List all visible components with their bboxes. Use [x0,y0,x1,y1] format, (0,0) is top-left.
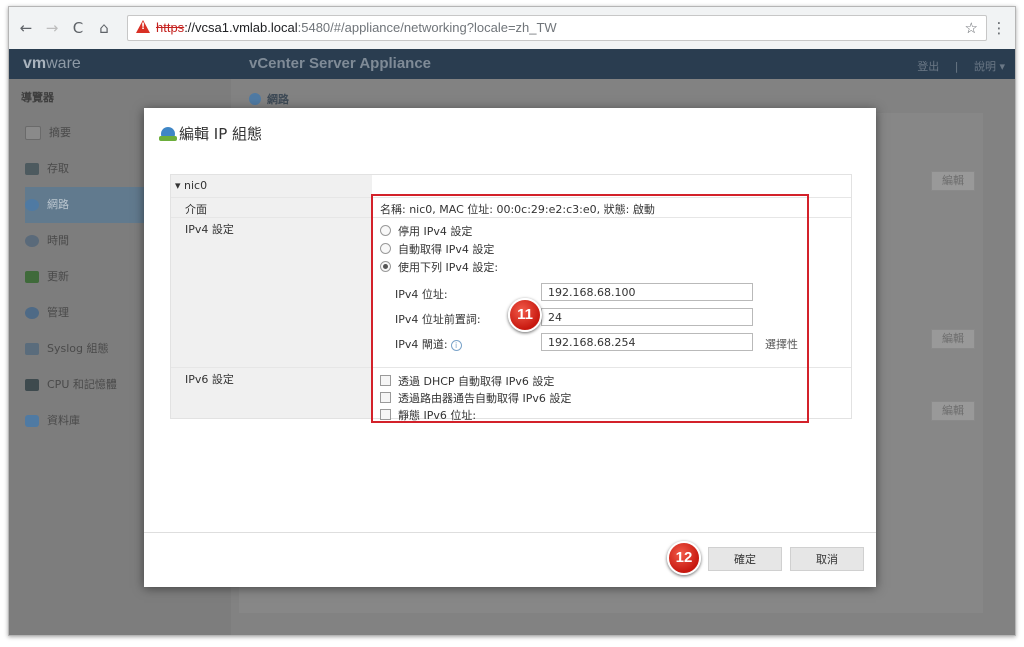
radio-disable-ipv4[interactable]: 停用 IPv4 設定 [380,223,472,239]
checkbox-router-ipv6[interactable]: 透過路由器通告自動取得 IPv6 設定 [380,390,571,406]
database-icon [25,415,39,427]
interface-label: 介面 [185,203,207,216]
logout-link[interactable]: 登出 [917,60,939,73]
network-adapter-icon [159,127,177,141]
header-links: 登出 | 說明 ▾ [905,58,1005,74]
home-icon[interactable]: ⌂ [93,17,115,39]
users-icon [25,307,39,319]
url-text: https://vcsa1.vmlab.local:5480/#/applian… [156,20,557,35]
edit-ip-dialog: 編輯 IP 組態 ▾ nic0 介面 名稱: nic0, MAC 位址: 00:… [144,108,876,587]
checkbox[interactable] [380,375,391,386]
ipv4-prefix-label: IPv4 位址前置詞: [395,313,481,326]
ok-button[interactable]: 確定 [708,547,782,571]
edit-button-background-1[interactable]: 編輯 [931,171,975,191]
row-divider [171,217,851,218]
reload-icon[interactable]: C [67,17,89,39]
ipv4-prefix-input[interactable]: 24 [541,308,753,326]
caret-down-icon: ▾ [175,179,181,192]
dialog-footer: 12 確定 取消 [144,532,876,587]
step-badge-11: 11 [508,298,542,332]
step-badge-12: 12 [667,541,701,575]
app-title: vCenter Server Appliance [249,55,432,72]
dialog-title: 編輯 IP 組態 [159,123,262,144]
download-arrow-icon [25,271,39,283]
radio-button[interactable] [380,243,391,254]
ipv4-address-label: IPv4 位址: [395,288,448,301]
navigator-title: 導覽器 [21,91,54,104]
browser-menu-icon[interactable]: ⋮ [991,17,1007,39]
radio-static-ipv4[interactable]: 使用下列 IPv4 設定: [380,259,498,275]
network-icon [25,199,39,211]
optional-hint: 選擇性 [765,338,798,351]
forward-icon[interactable]: → [41,17,63,39]
breadcrumb: 網路 [249,91,289,107]
help-menu[interactable]: 說明 ▾ [974,60,1005,73]
radio-auto-ipv4[interactable]: 自動取得 IPv4 設定 [380,241,494,257]
checkbox[interactable] [380,392,391,403]
back-icon[interactable]: ← [15,17,37,39]
info-icon[interactable]: i [450,340,462,351]
browser-toolbar: ← → C ⌂ https://vcsa1.vmlab.local:5480/#… [9,7,1015,49]
checkbox-dhcp-ipv6[interactable]: 透過 DHCP 自動取得 IPv6 設定 [380,373,554,389]
row-divider [171,197,851,198]
clock-icon [25,235,39,247]
screenshot-frame: ← → C ⌂ https://vcsa1.vmlab.local:5480/#… [8,6,1016,636]
ipv4-gateway-input[interactable]: 192.168.68.254 [541,333,753,351]
header-separator: | [954,60,959,73]
vmware-logo: vmware [23,55,81,72]
ipv4-address-input[interactable]: 192.168.68.100 [541,283,753,301]
cancel-button[interactable]: 取消 [790,547,864,571]
bookmark-star-icon[interactable]: ☆ [965,19,978,37]
ipv4-settings-label: IPv4 設定 [185,223,234,236]
edit-button-background-2[interactable]: 編輯 [931,329,975,349]
ip-config-table: ▾ nic0 介面 名稱: nic0, MAC 位址: 00:0c:29:e2:… [170,174,852,422]
syslog-icon [25,343,39,355]
cpu-chart-icon [25,379,39,391]
radio-button[interactable] [380,225,391,236]
ipv4-gateway-label: IPv4 閘道: i [395,336,462,352]
checkbox[interactable] [380,409,391,420]
row-divider [171,367,851,368]
nic-expander[interactable]: ▾ nic0 [175,179,207,192]
radio-button-selected[interactable] [380,261,391,272]
address-bar[interactable]: https://vcsa1.vmlab.local:5480/#/applian… [127,15,987,41]
interface-value: 名稱: nic0, MAC 位址: 00:0c:29:e2:c3:e0, 狀態:… [380,203,655,216]
network-icon [249,93,261,105]
checkbox-static-ipv6[interactable]: 靜態 IPv6 位址: [380,407,476,423]
app-header: vmware vCenter Server Appliance 登出 | 說明 … [9,49,1015,79]
edit-button-background-3[interactable]: 編輯 [931,401,975,421]
monitor-icon [25,163,39,175]
ipv6-settings-label: IPv6 設定 [185,373,234,386]
home-icon [25,126,41,140]
not-secure-warning-icon[interactable] [136,20,150,33]
